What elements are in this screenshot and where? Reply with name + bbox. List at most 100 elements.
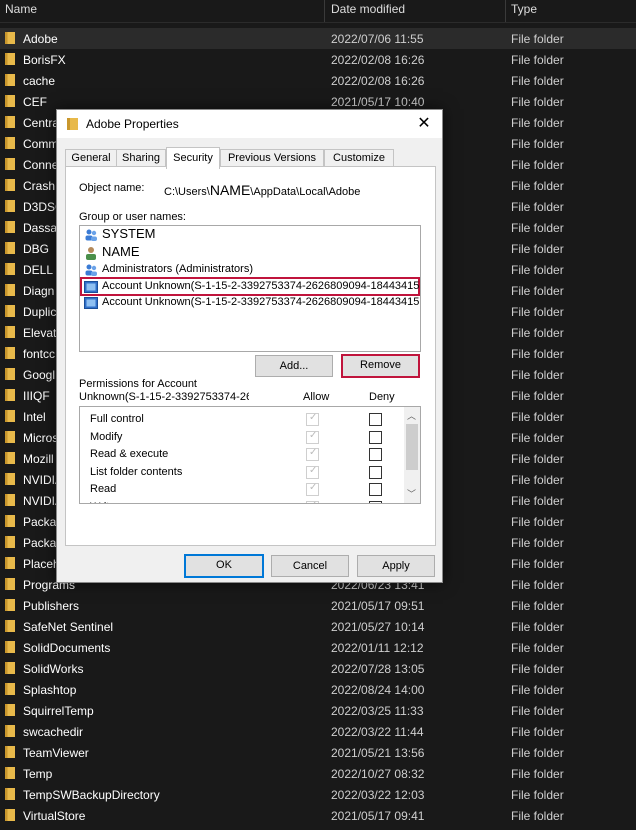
file-type: File folder [511, 473, 564, 487]
security-panel: Object name: C:\Users\NAME\AppData\Local… [65, 166, 436, 546]
file-name: Packa [23, 515, 57, 529]
allow-checkbox[interactable]: ✓ [306, 430, 319, 444]
file-name: Centra [23, 116, 60, 130]
folder-icon [5, 158, 15, 170]
remove-button[interactable]: Remove [341, 354, 420, 378]
folder-icon [5, 200, 15, 212]
folder-icon [5, 704, 15, 716]
file-row[interactable]: SolidDocuments 2022/01/11 12:12 File folde… [0, 637, 636, 658]
column-separator[interactable] [324, 0, 325, 22]
apply-button[interactable]: Apply [357, 555, 435, 577]
file-row[interactable]: VirtualStore 2021/05/17 09:41 File folder [0, 805, 636, 826]
file-type: File folder [511, 662, 564, 676]
column-date-modified[interactable]: Date modified [331, 2, 405, 16]
tab-general[interactable]: General [65, 149, 117, 167]
permission-name: Write [90, 501, 115, 503]
scroll-down-icon[interactable]: ﹀ [407, 487, 416, 500]
file-name: Intel [23, 410, 46, 424]
file-type: File folder [511, 725, 564, 739]
file-row[interactable]: Splashtop 2022/08/24 14:00 File folder [0, 679, 636, 700]
properties-dialog: Adobe Properties ✕ General Sharing Secur… [56, 109, 443, 583]
allow-checkbox[interactable]: ✓ [306, 482, 319, 497]
permission-name: List folder contents [90, 465, 183, 478]
deny-checkbox[interactable] [369, 483, 382, 497]
file-row[interactable]: SquirrelTemp 2022/03/25 11:33 File folder [0, 700, 636, 721]
dialog-title: Adobe Properties [86, 117, 179, 131]
user-icon [86, 247, 96, 260]
folder-icon [5, 137, 15, 149]
user-item-account-unknown-1[interactable]: Account Unknown(S-1-15-2-3392753374-2626… [80, 277, 420, 296]
deny-checkbox[interactable] [369, 448, 382, 462]
deny-checkbox[interactable] [369, 501, 382, 503]
folder-icon [5, 32, 15, 44]
folder-icon [5, 599, 15, 611]
ok-button[interactable]: OK [184, 554, 264, 578]
file-name: VirtualStore [23, 809, 86, 823]
file-row[interactable]: Adobe 2022/07/06 11:55 File folder [0, 28, 636, 49]
column-separator[interactable] [505, 0, 506, 22]
file-row[interactable]: cache 2022/02/08 16:26 File folder [0, 70, 636, 91]
file-type: File folder [511, 326, 564, 340]
folder-icon [5, 263, 15, 275]
user-item-administrators[interactable]: Administrators (Administrators) [82, 262, 416, 278]
file-row[interactable]: BorisFX 2022/02/08 16:26 File folder [0, 49, 636, 70]
users-group-icon [85, 264, 97, 276]
permission-row: Read ✓ [80, 480, 402, 498]
file-type: File folder [511, 620, 564, 634]
file-type: File folder [511, 494, 564, 508]
tab-previous-versions[interactable]: Previous Versions [220, 149, 324, 167]
allow-checkbox[interactable]: ✓ [306, 500, 319, 503]
file-row[interactable]: Temp 2022/10/27 08:32 File folder [0, 763, 636, 784]
file-row[interactable]: TeamViewer 2021/05/21 13:56 File folder [0, 742, 636, 763]
user-item-account-unknown-2[interactable]: Account Unknown(S-1-15-2-3392753374-2626… [82, 295, 420, 311]
user-item-system[interactable]: SYSTEM [82, 226, 416, 243]
deny-checkbox[interactable] [369, 413, 382, 426]
scroll-thumb[interactable] [406, 424, 418, 470]
file-row[interactable]: swcachedir 2022/03/22 11:44 File folder [0, 721, 636, 742]
file-row[interactable]: SolidWorks 2022/07/28 13:05 File folder [0, 658, 636, 679]
allow-checkbox[interactable]: ✓ [306, 447, 319, 462]
add-button[interactable]: Add... [255, 355, 333, 377]
file-type: File folder [511, 599, 564, 613]
file-name: swcachedir [23, 725, 84, 739]
user-list[interactable]: SYSTEM NAME Administrators (Administrato… [79, 225, 421, 352]
dialog-titlebar[interactable]: Adobe Properties ✕ [57, 110, 442, 138]
column-type[interactable]: Type [511, 2, 537, 16]
folder-icon [5, 788, 15, 800]
tab-security[interactable]: Security [166, 147, 220, 169]
unknown-account-icon [84, 281, 98, 293]
deny-checkbox[interactable] [369, 465, 382, 479]
file-name: SolidWorks [23, 662, 84, 676]
folder-icon [5, 473, 15, 485]
folder-icon [5, 494, 15, 506]
file-name: Elevat [23, 326, 57, 340]
user-item-name[interactable]: NAME [82, 244, 416, 261]
file-name: Comm [23, 137, 59, 151]
folder-icon [5, 578, 15, 590]
allow-checkbox[interactable]: ✓ [306, 412, 319, 426]
file-type: File folder [511, 452, 564, 466]
file-type: File folder [511, 284, 564, 298]
tab-sharing[interactable]: Sharing [116, 149, 166, 167]
file-type: File folder [511, 536, 564, 550]
deny-checkbox[interactable] [369, 430, 382, 444]
folder-icon [5, 452, 15, 464]
tab-customize[interactable]: Customize [324, 149, 394, 167]
permissions-label-line2: Unknown(S-1-15-2-3392753374-2626 [79, 391, 249, 403]
file-row[interactable]: TempSWBackupDirectory 2022/03/22 12:03 Fil… [0, 784, 636, 805]
permissions-scrollbar[interactable]: ︿ ﹀ [404, 407, 420, 503]
permission-name: Read & execute [90, 448, 169, 461]
file-name: TempSWBackupDirectory [23, 788, 160, 802]
cancel-button[interactable]: Cancel [271, 555, 349, 577]
column-name[interactable]: Name [5, 2, 37, 16]
file-row[interactable]: Publishers 2021/05/17 09:51 File folder [0, 595, 636, 616]
close-icon[interactable]: ✕ [406, 110, 442, 138]
file-date: 2022/10/27 08:32 [331, 767, 425, 781]
scroll-up-icon[interactable]: ︿ [407, 409, 416, 422]
file-type: File folder [511, 305, 564, 319]
file-name: BorisFX [23, 53, 66, 67]
file-type: File folder [511, 347, 564, 361]
file-name: Micros [23, 431, 59, 445]
file-row[interactable]: SafeNet Sentinel 2021/05/27 10:14 File fol… [0, 616, 636, 637]
allow-checkbox[interactable]: ✓ [306, 465, 319, 479]
